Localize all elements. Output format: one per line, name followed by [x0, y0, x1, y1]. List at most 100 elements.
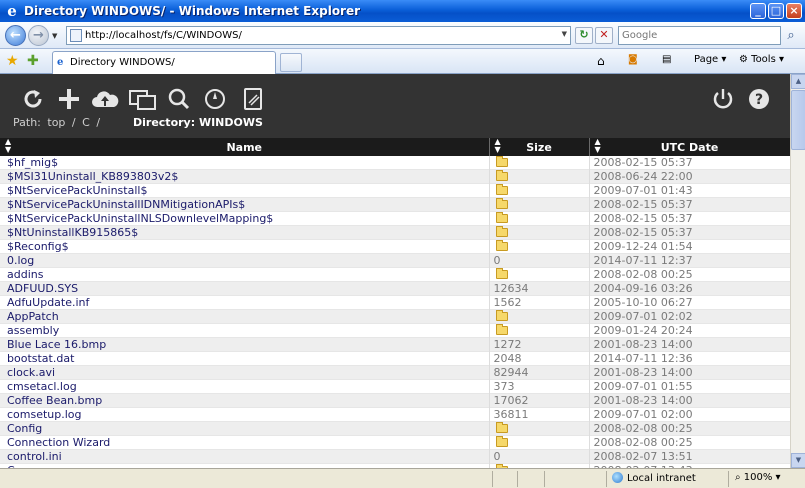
file-name[interactable]: $NtUninstallKB915865$: [0, 225, 490, 240]
table-row[interactable]: $MSI31Uninstall_KB893803v2$ 2008-06-24 22…: [0, 169, 790, 184]
folder-icon: [495, 422, 508, 433]
file-name[interactable]: ADFUUD.SYS: [0, 281, 490, 296]
magnifier-icon[interactable]: [166, 86, 192, 112]
file-name[interactable]: Connection Wizard: [0, 435, 490, 450]
breadcrumb-c[interactable]: C: [82, 116, 90, 129]
file-name[interactable]: Blue Lace 16.bmp: [0, 337, 490, 352]
cloud-upload-icon[interactable]: [90, 86, 120, 112]
table-row[interactable]: $NtUninstallKB915865$ 2008-02-15 05:37: [0, 225, 790, 240]
table-row[interactable]: ADFUUD.SYS 12634 2004-09-16 03:26: [0, 281, 790, 296]
file-date: 2009-12-24 01:54: [589, 239, 790, 254]
file-name[interactable]: 0.log: [0, 253, 490, 268]
file-name[interactable]: AppPatch: [0, 309, 490, 324]
scroll-up-icon[interactable]: ▲: [791, 74, 805, 89]
close-window-button[interactable]: ×: [786, 3, 802, 19]
refresh-icon[interactable]: [20, 86, 46, 112]
table-row[interactable]: addins 2008-02-08 00:25: [0, 267, 790, 282]
file-name[interactable]: addins: [0, 267, 490, 282]
scroll-thumb[interactable]: [791, 90, 805, 150]
sort-icon[interactable]: ▲ ▼: [595, 138, 601, 154]
folder-icon: [495, 324, 508, 335]
search-field[interactable]: [618, 26, 781, 45]
sort-icon[interactable]: ▲ ▼: [5, 138, 11, 154]
add-favorites-icon[interactable]: ✚: [27, 53, 39, 69]
home-icon[interactable]: ⌂: [597, 54, 605, 68]
search-input[interactable]: [622, 28, 762, 43]
page-menu[interactable]: Page ▾: [694, 54, 726, 65]
url-input[interactable]: [85, 28, 555, 43]
file-name[interactable]: $NtServicePackUninstall$: [0, 183, 490, 198]
favorites-star-icon[interactable]: ★: [6, 53, 19, 69]
file-name[interactable]: $Reconfig$: [0, 239, 490, 254]
table-row[interactable]: $hf_mig$ 2008-02-15 05:37: [0, 156, 790, 170]
refresh-go-button[interactable]: ↻: [575, 27, 593, 44]
scroll-down-icon[interactable]: ▼: [791, 453, 805, 468]
table-row[interactable]: $NtServicePackUninstallIDNMitigationAPIs…: [0, 197, 790, 212]
file-name[interactable]: bootstat.dat: [0, 351, 490, 366]
table-row[interactable]: $NtServicePackUninstall$ 2009-07-01 01:43: [0, 183, 790, 198]
file-name[interactable]: $NtServicePackUninstallNLSDownlevelMappi…: [0, 211, 490, 226]
table-row[interactable]: bootstat.dat 2048 2014-07-11 12:36: [0, 351, 790, 366]
window-title: Directory WINDOWS/ - Windows Internet Ex…: [24, 4, 361, 18]
table-row[interactable]: Coffee Bean.bmp 17062 2001-08-23 14:00: [0, 393, 790, 408]
zoom-control[interactable]: ⌕ 100% ▾: [735, 472, 781, 483]
feeds-icon[interactable]: ◙: [628, 54, 638, 65]
forward-button[interactable]: →: [28, 25, 49, 46]
file-name[interactable]: $hf_mig$: [0, 156, 490, 170]
windows-icon[interactable]: [128, 86, 158, 112]
stop-button[interactable]: ✕: [595, 27, 613, 44]
table-row[interactable]: Blue Lace 16.bmp 1272 2001-08-23 14:00: [0, 337, 790, 352]
new-tab-button[interactable]: [280, 53, 302, 72]
maximize-button[interactable]: □: [768, 3, 784, 19]
table-row[interactable]: AdfuUpdate.inf 1562 2005-10-10 06:27: [0, 295, 790, 310]
directory-title: Directory: WINDOWS: [133, 116, 263, 129]
file-name[interactable]: Coffee Bean.bmp: [0, 393, 490, 408]
file-name[interactable]: $MSI31Uninstall_KB893803v2$: [0, 169, 490, 184]
power-icon[interactable]: [710, 86, 736, 112]
help-icon[interactable]: ?: [746, 86, 772, 112]
address-field[interactable]: ▼: [66, 26, 571, 45]
table-row[interactable]: clock.avi 82944 2001-08-23 14:00: [0, 365, 790, 380]
file-name[interactable]: control.ini: [0, 449, 490, 464]
file-name[interactable]: assembly: [0, 323, 490, 338]
search-icon[interactable]: ⌕: [782, 26, 800, 45]
table-row[interactable]: AppPatch 2009-07-01 02:02: [0, 309, 790, 324]
history-dropdown-icon[interactable]: ▼: [52, 32, 57, 40]
browser-tab[interactable]: e Directory WINDOWS/: [52, 51, 276, 74]
file-name[interactable]: comsetup.log: [0, 407, 490, 422]
file-name[interactable]: clock.avi: [0, 365, 490, 380]
table-row[interactable]: control.ini 0 2008-02-07 13:51: [0, 449, 790, 464]
table-row[interactable]: cmsetacl.log 373 2009-07-01 01:55: [0, 379, 790, 394]
column-header-size[interactable]: ▲ ▼ Size: [489, 138, 590, 156]
table-row[interactable]: Config 2008-02-08 00:25: [0, 421, 790, 436]
column-header-name[interactable]: ▲ ▼ Name: [0, 138, 490, 156]
address-dropdown-icon[interactable]: ▼: [562, 30, 567, 38]
page-icon: [70, 29, 82, 42]
clipboard-icon[interactable]: [240, 86, 266, 112]
vertical-scrollbar[interactable]: ▲ ▼: [790, 74, 805, 468]
file-date: 2009-07-01 01:55: [589, 379, 790, 394]
file-size: 0: [489, 253, 590, 268]
file-name[interactable]: Config: [0, 421, 490, 436]
table-row[interactable]: 0.log 0 2014-07-11 12:37: [0, 253, 790, 268]
tools-menu[interactable]: ⚙ Tools ▾: [739, 54, 784, 65]
column-header-date[interactable]: ▲ ▼ UTC Date: [589, 138, 790, 156]
file-name[interactable]: cmsetacl.log: [0, 379, 490, 394]
minimize-button[interactable]: _: [750, 3, 766, 19]
table-row[interactable]: Connection Wizard 2008-02-08 00:25: [0, 435, 790, 450]
file-name[interactable]: $NtServicePackUninstallIDNMitigationAPIs…: [0, 197, 490, 212]
compass-icon[interactable]: [202, 86, 228, 112]
table-row[interactable]: comsetup.log 36811 2009-07-01 02:00: [0, 407, 790, 422]
sort-icon[interactable]: ▲ ▼: [495, 138, 501, 154]
print-icon[interactable]: ▤: [662, 54, 671, 65]
table-row[interactable]: $NtServicePackUninstallNLSDownlevelMappi…: [0, 211, 790, 226]
table-row[interactable]: assembly 2009-01-24 20:24: [0, 323, 790, 338]
file-name[interactable]: AdfuUpdate.inf: [0, 295, 490, 310]
back-button[interactable]: ←: [5, 25, 26, 46]
plus-icon[interactable]: [56, 86, 82, 112]
file-size: [489, 156, 590, 170]
breadcrumb-top[interactable]: top: [47, 116, 65, 129]
tools-menu-label: Tools: [751, 54, 776, 65]
table-row[interactable]: $Reconfig$ 2009-12-24 01:54: [0, 239, 790, 254]
file-date: 2008-02-08 00:25: [589, 421, 790, 436]
